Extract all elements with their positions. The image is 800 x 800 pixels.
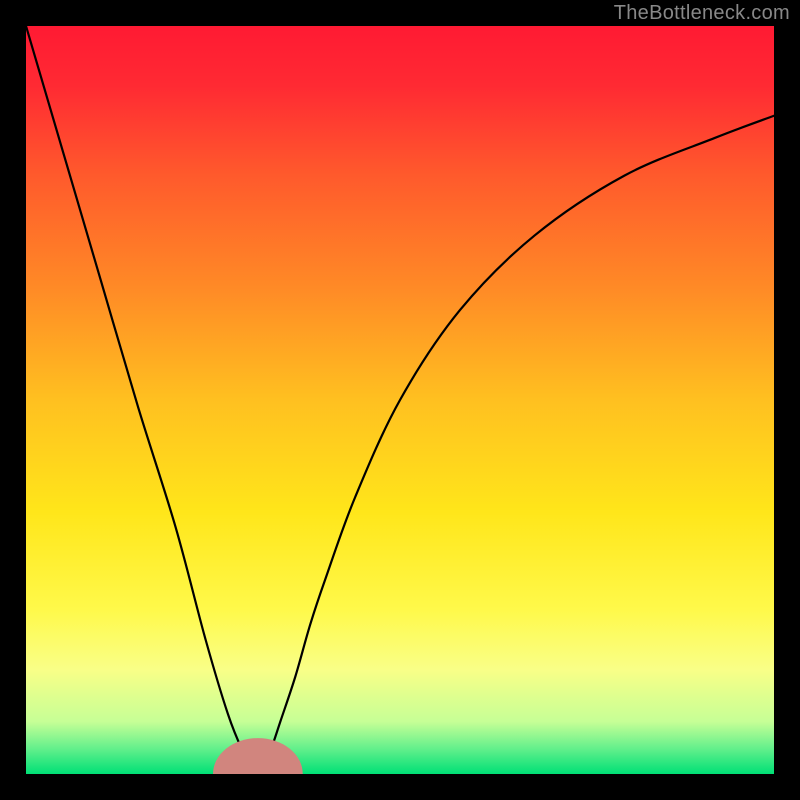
plot-area [26, 26, 774, 774]
chart-frame: TheBottleneck.com [0, 0, 800, 800]
plot-svg [26, 26, 774, 774]
watermark-text: TheBottleneck.com [614, 2, 790, 25]
